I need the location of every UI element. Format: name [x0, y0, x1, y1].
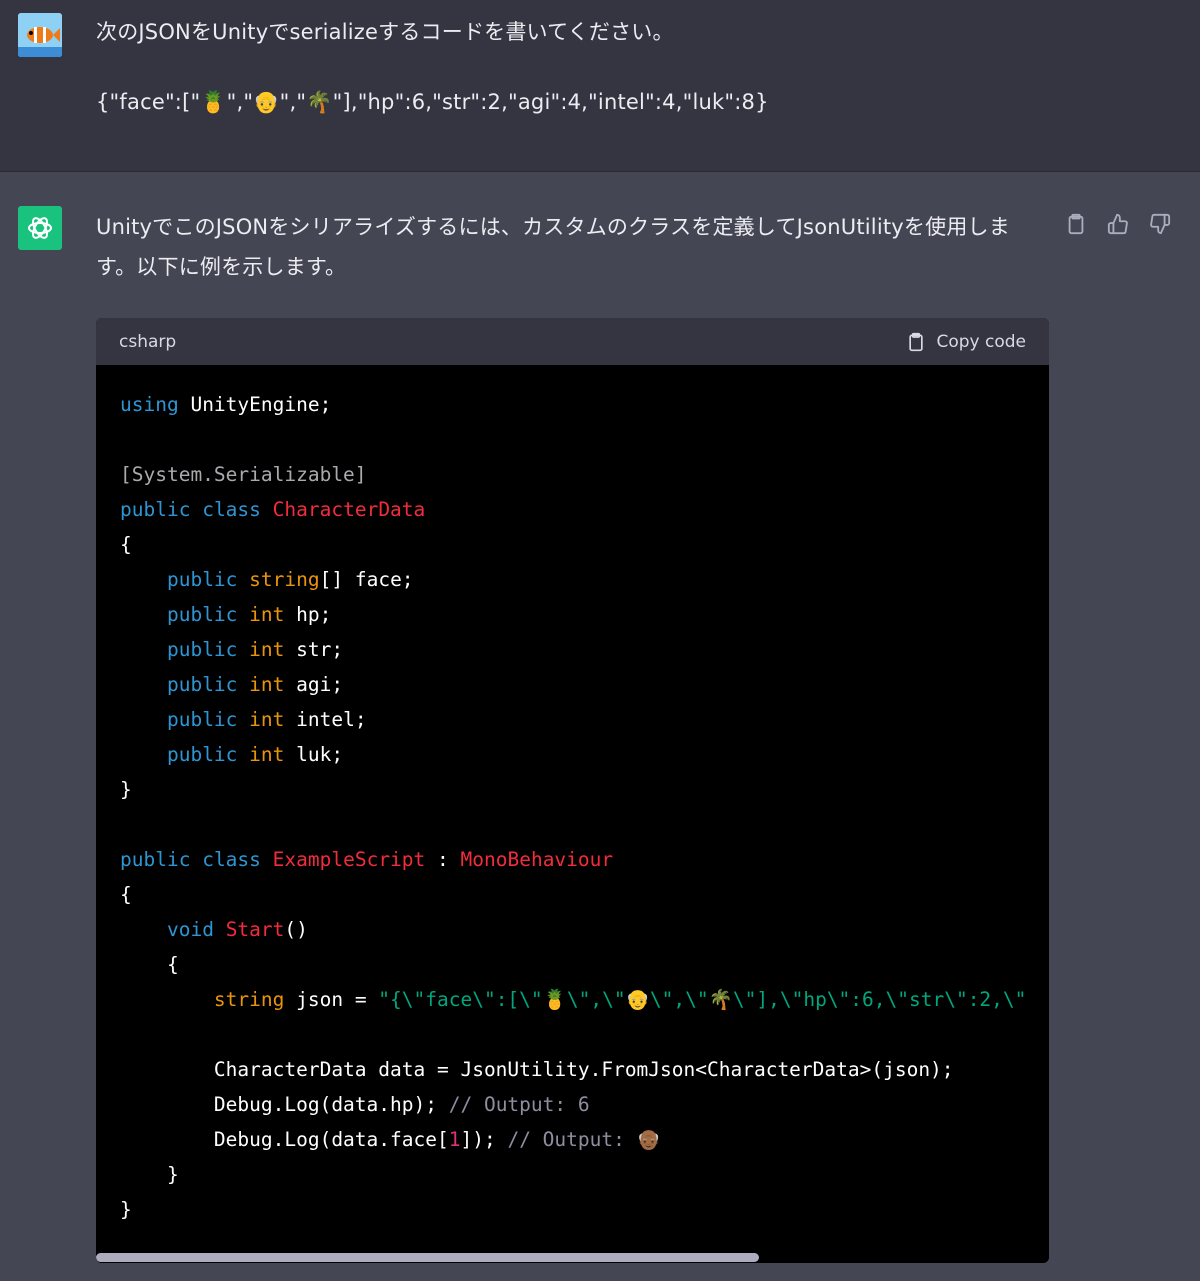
copy-code-label: Copy code: [936, 331, 1026, 352]
user-message: 次のJSONをUnityでserializeするコードを書いてください。 {"f…: [0, 0, 1200, 172]
thumbs-up-icon[interactable]: [1106, 212, 1130, 236]
assistant-message: UnityでこのJSONをシリアライズするには、カスタムのクラスを定義してJso…: [0, 172, 1200, 1281]
code-body[interactable]: using UnityEngine; [System.Serializable]…: [96, 365, 1049, 1263]
clownfish-icon: [18, 13, 62, 57]
code-content: using UnityEngine; [System.Serializable]…: [120, 393, 1027, 1221]
code-header: csharp Copy code: [96, 318, 1049, 365]
scrollbar-thumb[interactable]: [96, 1253, 759, 1262]
clipboard-icon: [909, 332, 924, 351]
openai-logo-icon: [28, 217, 52, 239]
user-prompt-text: 次のJSONをUnityでserializeするコードを書いてください。: [96, 20, 674, 44]
assistant-response-text: UnityでこのJSONをシリアライズするには、カスタムのクラスを定義してJso…: [96, 215, 1010, 279]
user-json-text: {"face":["🍍","👴","🌴"],"hp":6,"str":2,"ag…: [96, 90, 769, 114]
clipboard-icon[interactable]: [1064, 212, 1088, 236]
code-language-label: csharp: [119, 331, 177, 352]
code-block: csharp Copy code using UnityEngine; [Sys…: [96, 318, 1049, 1263]
thumbs-down-icon[interactable]: [1148, 212, 1172, 236]
assistant-avatar: [18, 206, 62, 250]
horizontal-scrollbar[interactable]: [96, 1251, 1049, 1263]
user-avatar: [18, 13, 62, 57]
message-actions: [1064, 212, 1172, 236]
copy-code-button[interactable]: Copy code: [906, 331, 1026, 353]
